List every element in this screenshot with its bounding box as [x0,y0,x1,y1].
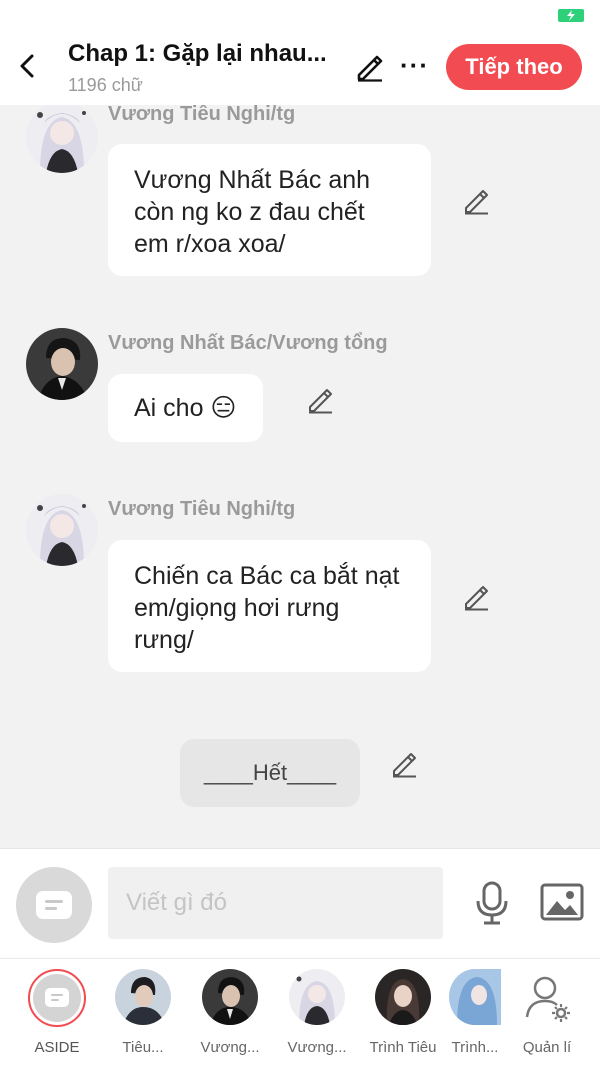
edit-message-pencil-icon[interactable] [462,187,490,215]
message-bubble[interactable]: Chiến ca Bác ca bắt nạt em/giọng hơi rưn… [108,540,431,672]
character-name: Tiêu... [122,1039,164,1056]
back-arrow-icon[interactable] [14,52,42,80]
avatar[interactable] [26,105,98,173]
character-aside[interactable]: ASIDE [22,969,92,1056]
character-item[interactable]: Trình Tiêu [368,969,438,1056]
character-name: Quản lí [522,1039,572,1056]
message-sender: Vương Nhất Bác/Vương tổng [108,332,388,354]
aside-icon [45,988,69,1007]
chapter-title: Chap 1: Gặp lại nhau... [68,40,327,67]
image-upload-icon[interactable] [540,883,584,923]
character-item[interactable]: Vương... [195,969,265,1056]
avatar [202,969,258,1025]
status-bar [0,0,600,30]
edit-title-pencil-icon[interactable] [354,52,384,82]
microphone-icon[interactable] [474,881,510,925]
edit-message-pencil-icon[interactable] [462,583,490,611]
avatar[interactable] [26,328,98,400]
aside-icon [36,891,72,919]
message-sender: Vương Tiêu Nghi/tg [108,105,296,125]
aside-toggle-button[interactable] [16,867,92,943]
character-bar: ASIDE Tiêu... Vương... Vương... Trình Ti… [0,958,600,1067]
manage-characters-button[interactable]: Quản lí [512,969,582,1056]
avatar [289,969,345,1025]
character-name: ASIDE [34,1039,80,1056]
more-options-icon[interactable]: ··· [400,50,429,81]
end-marker[interactable]: ____Hết____ [180,739,360,807]
edit-message-pencil-icon[interactable] [306,386,334,414]
chat-area[interactable]: Vương Tiêu Nghi/tg Vương Nhất Bác anh cò… [0,105,600,848]
avatar [115,969,171,1025]
message-input[interactable] [108,867,443,939]
chapter-header: Chap 1: Gặp lại nhau... 1196 chữ ··· Tiế… [0,30,600,105]
message-sender: Vương Tiêu Nghi/tg [108,498,296,520]
character-name: Vương... [200,1039,260,1056]
aside-avatar [28,969,86,1027]
character-name: Vương... [287,1039,347,1056]
battery-icon [558,9,584,22]
avatar[interactable] [26,494,98,566]
character-name: Trình Tiêu [369,1039,437,1056]
message-bubble[interactable]: Vương Nhất Bác anh còn ng ko z đau chết … [108,144,431,276]
next-chapter-button[interactable]: Tiếp theo [446,44,582,90]
character-item[interactable]: Vương... [282,969,352,1056]
word-count: 1196 chữ [68,75,143,95]
avatar [449,969,501,1025]
message-bubble[interactable]: Ai cho 😑 [108,374,263,442]
user-settings-icon [519,969,575,1025]
edit-message-pencil-icon[interactable] [390,750,418,778]
character-name: Trình... [451,1039,499,1056]
character-item[interactable]: Tiêu... [108,969,178,1056]
compose-bar [0,848,600,958]
avatar [375,969,431,1025]
character-item[interactable]: Trình... [442,969,508,1056]
